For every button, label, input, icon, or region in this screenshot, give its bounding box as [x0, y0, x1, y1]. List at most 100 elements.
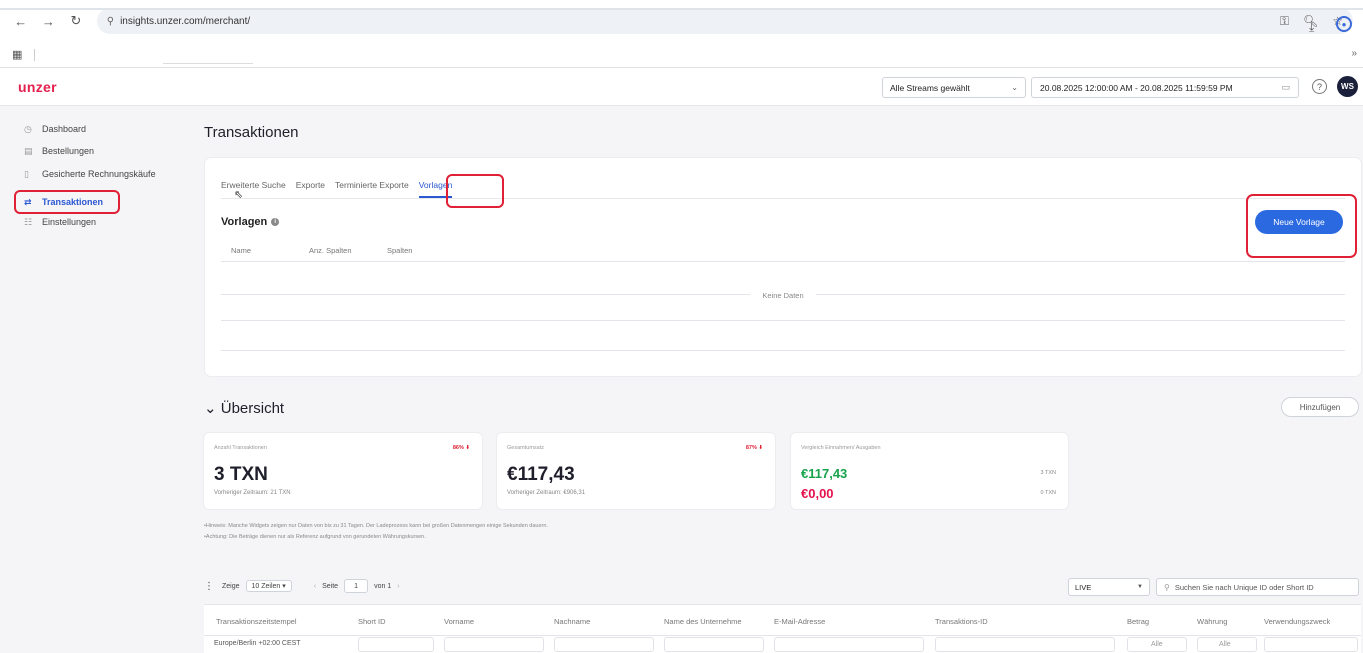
kpi-transactions-count: Anzahl Transaktionen 86% ⬇ 3 TXN Vorheri… [204, 433, 482, 509]
kpi-income-txn: 3 TXN [1040, 470, 1057, 476]
stream-select-value: Alle Streams gewählt [890, 82, 970, 93]
download-icon[interactable]: ⤓ [1309, 20, 1314, 35]
help-icon[interactable]: ? [1312, 79, 1327, 94]
table-divider [221, 261, 1345, 262]
more-options-icon[interactable]: ⋮ [204, 581, 214, 592]
add-widget-button[interactable]: Hinzufügen [1281, 397, 1359, 417]
filter-email[interactable] [774, 637, 924, 652]
tab-scheduled-exports[interactable]: Terminierte Exporte [335, 180, 409, 198]
apps-grid-icon[interactable]: ▦ [12, 48, 22, 61]
sidebar-item-label: Gesicherte Rechnungskäufe [42, 169, 156, 179]
tab-advanced-search[interactable]: Erweiterte Suche [221, 180, 286, 198]
kpi-previous-period: Vorheriger Zeitraum: 21 TXN [214, 490, 291, 496]
timezone-label: Europe/Berlin +02:00 CEST [214, 640, 301, 647]
filter-last-name[interactable] [554, 637, 654, 652]
column-header-first-name[interactable]: Vorname [444, 617, 474, 626]
overview-title-text: Übersicht [220, 400, 285, 417]
chevron-down-icon: ⌄ [1011, 83, 1018, 92]
mode-select[interactable]: LIVE ▼ [1068, 578, 1150, 596]
column-header-currency[interactable]: Währung [1197, 617, 1227, 626]
column-header-short-id[interactable]: Short ID [358, 617, 386, 626]
column-header-column-count[interactable]: Anz. Spalten [309, 246, 352, 255]
kpi-label: Anzahl Transaktionen [214, 445, 267, 451]
more-bookmarks-icon[interactable]: » [1351, 48, 1357, 59]
next-page-icon[interactable]: › [397, 583, 399, 590]
column-header-timestamp[interactable]: Transaktionszeitstempel [216, 617, 297, 626]
empty-state-text: Keine Daten [750, 291, 816, 300]
sidebar-item-label: Dashboard [42, 124, 87, 134]
avatar[interactable]: WS [1337, 76, 1358, 97]
unzer-logo[interactable]: unzer [18, 79, 57, 95]
of-pages-label: von 1 [374, 582, 392, 590]
sidebar-item-settings[interactable]: ☷ Einstellungen [24, 213, 96, 231]
column-header-name[interactable]: Name [231, 246, 251, 255]
back-icon[interactable]: ← [10, 10, 32, 32]
kpi-label: Gesamtumsatz [507, 445, 544, 451]
address-bar[interactable]: ⚲ insights.unzer.com/merchant/ ⚿ 🔍︎ ☆ [96, 8, 1353, 34]
browser-toolbar: ← → ↻ ⚲ insights.unzer.com/merchant/ ⚿ 🔍… [0, 0, 1363, 42]
column-header-company[interactable]: Name des Unternehme [664, 617, 742, 626]
info-icon[interactable]: i [271, 218, 280, 227]
kpi-income-value: €117,43 [801, 466, 848, 481]
tab-bar: Erweiterte Suche Exporte Terminierte Exp… [221, 180, 453, 198]
tab-exports[interactable]: Exporte [296, 180, 325, 198]
clock-icon: ◷ [24, 123, 32, 134]
filter-purpose[interactable] [1264, 637, 1358, 652]
page-input[interactable]: 1 [344, 579, 369, 593]
kpi-label: Vergleich Einnahmen/ Ausgaben [801, 445, 881, 451]
annotation-highlight-transactions [14, 190, 120, 214]
sidebar-item-label: Einstellungen [42, 217, 97, 227]
section-title: Vorlagen i [221, 216, 280, 228]
forward-icon[interactable]: → [38, 10, 60, 32]
bookmark-separator [34, 48, 36, 61]
table-divider [204, 635, 1361, 636]
sidebar-item-label: Bestellungen [42, 146, 95, 156]
calendar-icon: ▭ [1281, 82, 1290, 92]
pagination: ⋮ Zeige 10 Zeilen ▾ ‹ Seite 1 von 1 › [204, 579, 400, 593]
caret-down-icon: ▼ [1137, 584, 1143, 590]
mouse-cursor-icon: ⇖ [234, 189, 244, 201]
column-header-email[interactable]: E-Mail-Adresse [774, 617, 825, 626]
profile-icon[interactable]: ● [1336, 16, 1352, 32]
column-header-purpose[interactable]: Verwendungszweck [1264, 617, 1330, 626]
key-icon[interactable]: ⚿ [1280, 14, 1289, 29]
filter-first-name[interactable] [444, 637, 544, 652]
reload-icon[interactable]: ↻ [65, 10, 87, 32]
kpi-income-expense: Vergleich Einnahmen/ Ausgaben €117,43 3 … [791, 433, 1068, 509]
kpi-change-badge: 86% ⬇ [452, 445, 470, 451]
kpi-expense-txn: 0 TXN [1040, 490, 1057, 496]
kpi-expense-value: €0,00 [801, 486, 834, 501]
warning-note: •Achtung: Die Beträge dienen nur als Ref… [204, 534, 426, 540]
filter-transaction-id[interactable] [935, 637, 1115, 652]
kpi-total-revenue: Gesamtumsatz 87% ⬇ €117,43 Vorheriger Ze… [497, 433, 775, 509]
document-icon: ▤ [24, 145, 33, 156]
stream-select[interactable]: Alle Streams gewählt ⌄ [882, 77, 1026, 98]
date-range-picker[interactable]: 20.08.2025 12:00:00 AM - 20.08.2025 11:5… [1031, 77, 1299, 98]
site-settings-icon[interactable]: ⚲ [107, 16, 114, 27]
kpi-value: €117,43 [507, 464, 575, 485]
sidebar-item-orders[interactable]: ▤ Bestellungen [24, 142, 94, 160]
tabs-divider [221, 198, 1345, 199]
templates-card: Erweiterte Suche Exporte Terminierte Exp… [205, 158, 1361, 376]
overview-title[interactable]: ⌄ Übersicht [204, 399, 284, 417]
filter-short-id[interactable] [358, 637, 434, 652]
rows-per-page-select[interactable]: 10 Zeilen ▾ [245, 580, 292, 592]
column-header-amount[interactable]: Betrag [1127, 617, 1149, 626]
page-label: Seite [322, 582, 339, 590]
sidebar-item-secured-invoices[interactable]: ▯ Gesicherte Rechnungskäufe [24, 165, 156, 183]
table-divider [221, 350, 1345, 351]
url-text: insights.unzer.com/merchant/ [120, 15, 251, 27]
kpi-previous-period: Vorheriger Zeitraum: €906,31 [507, 490, 586, 496]
sidebar-item-dashboard[interactable]: ◷ Dashboard [24, 120, 86, 138]
search-input[interactable]: ⚲ Suchen Sie nach Unique ID oder Short I… [1156, 578, 1359, 596]
filter-company[interactable] [664, 637, 764, 652]
app-header: unzer Alle Streams gewählt ⌄ 20.08.2025 … [0, 68, 1363, 106]
previous-page-icon[interactable]: ‹ [314, 583, 316, 590]
filter-currency-value: Alle [1219, 641, 1231, 648]
show-label: Zeige [222, 582, 240, 590]
column-header-last-name[interactable]: Nachname [554, 617, 590, 626]
mode-select-value: LIVE [1075, 582, 1092, 592]
sidebar: ◷ Dashboard ▤ Bestellungen ▯ Gesicherte … [0, 107, 190, 653]
column-header-transaction-id[interactable]: Transaktions-ID [935, 617, 988, 626]
column-header-columns[interactable]: Spalten [387, 246, 412, 255]
